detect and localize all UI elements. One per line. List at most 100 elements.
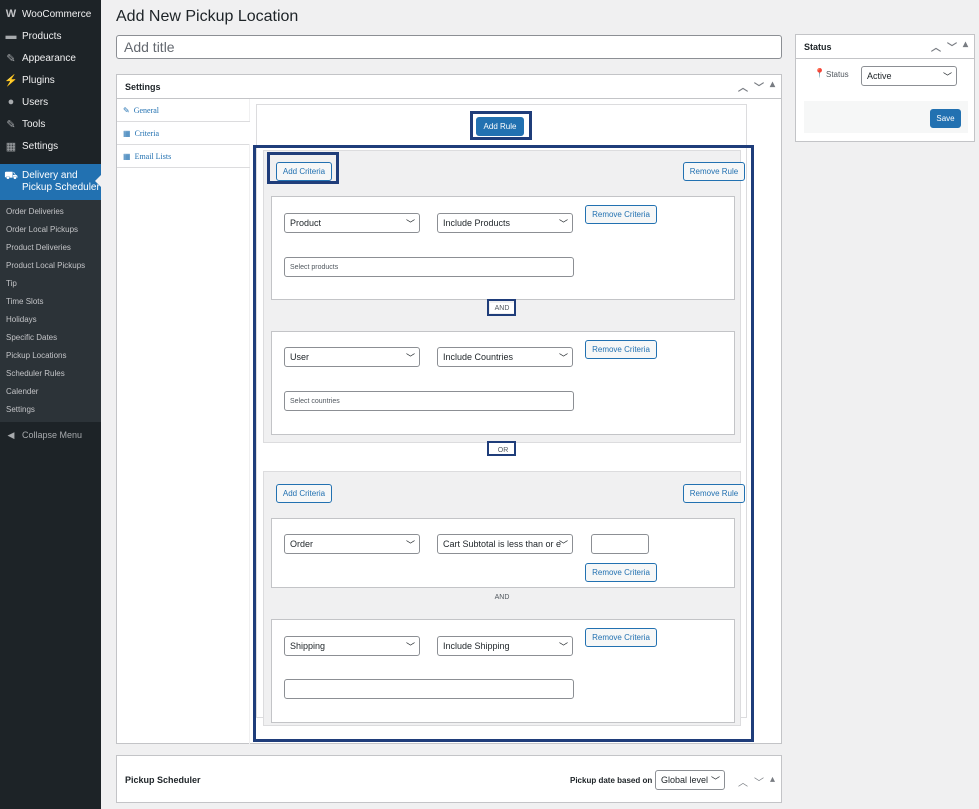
submenu-order-local-pickups[interactable]: Order Local Pickups [6,225,78,234]
and-connector: AND [494,593,510,601]
remove-criteria-button[interactable]: Remove Criteria [585,205,657,224]
table-icon: ▦ [123,151,131,161]
submenu-scheduler-rules[interactable]: Scheduler Rules [6,369,65,378]
save-button[interactable]: Save [930,109,961,128]
submenu-holidays[interactable]: Holidays [6,315,37,324]
delivery-scheduler-icon: ⛟ [4,170,18,182]
move-down-icon[interactable]: ﹀ [947,39,957,54]
tab-general[interactable]: ✎ General [117,99,250,122]
add-rule-button[interactable]: Add Rule [476,117,524,136]
move-down-icon[interactable]: ﹀ [754,774,764,789]
menu-item-woocommerce[interactable]: W WooCommerce [0,3,101,25]
pickup-date-label: Pickup date based on [570,776,653,785]
status-heading: Status [804,41,832,52]
move-up-icon[interactable]: ︿ [738,79,748,94]
criteria-condition-select[interactable]: Cart Subtotal is less than or e ﹀ [437,534,573,554]
criteria-type-select[interactable]: User ﹀ [284,347,420,367]
menu-label-line1: Delivery and [22,170,78,181]
select-countries-input[interactable]: Select countries [284,391,574,411]
settings-header: Settings ︿ ﹀ ▴ [117,75,781,99]
collapse-label: Collapse Menu [22,430,83,440]
chevron-down-icon: ﹀ [558,540,568,550]
wrench-icon: ✎ [123,105,130,115]
menu-item-settings[interactable]: ▦ Settings [0,135,101,157]
submenu-time-slots[interactable]: Time Slots [6,297,44,306]
select-products-input[interactable]: Select products [284,257,574,277]
criteria-type-select[interactable]: Shipping ﹀ [284,636,420,656]
criteria-3: Order ﹀ Cart Subtotal is less than or e ﹀ … [271,518,735,588]
collapse-icon: ◀ [7,429,15,440]
move-up-icon[interactable]: ︿ [931,39,941,54]
settings-metabox: Settings ︿ ﹀ ▴ ✎ General ▦ Criteria ▦ Em… [116,74,782,744]
rule-1: Add Criteria Remove Rule Product ﹀ Includ… [263,150,745,443]
submenu-pickup-locations[interactable]: Pickup Locations [6,351,66,360]
tools-icon: ✎ [6,118,16,131]
settings-heading: Settings [125,81,161,92]
add-criteria-button[interactable]: Add Criteria [276,484,332,503]
tab-email-lists[interactable]: ▦ Email Lists [117,145,250,168]
move-down-icon[interactable]: ﹀ [754,79,764,94]
submenu-product-local-pickups[interactable]: Product Local Pickups [6,261,85,270]
toggle-panel-icon[interactable]: ▴ [770,774,775,789]
submenu-tip[interactable]: Tip [6,279,17,288]
table-icon: ▦ [123,128,131,138]
menu-item-delivery-scheduler[interactable]: ⛟ Delivery and Pickup Scheduler [0,164,101,200]
admin-sidebar: W WooCommerce ▬ Products ✎ Appearance ⚡ … [0,0,101,809]
submenu-settings[interactable]: Settings [6,405,35,414]
submenu-calender[interactable]: Calender [6,387,38,396]
status-header: Status ︿ ﹀ ▴ [796,35,974,59]
status-label: Status [826,70,849,79]
or-connector: OR [491,445,515,455]
plugins-icon: ⚡ [4,74,18,87]
pickup-scheduler-metabox: Pickup Scheduler Pickup date based on Gl… [116,755,782,803]
pickup-heading: Pickup Scheduler [125,775,201,785]
settings-icon: ▦ [5,140,17,153]
submenu-order-deliveries[interactable]: Order Deliveries [6,207,64,216]
remove-rule-button[interactable]: Remove Rule [683,484,745,503]
rule-2: Add Criteria Remove Rule Order ﹀ Cart Sub… [263,471,745,726]
menu-item-plugins[interactable]: ⚡ Plugins [0,69,101,91]
toggle-panel-icon[interactable]: ▴ [963,39,968,54]
and-connector: AND [490,303,514,313]
menu-label-line2: Pickup Scheduler [22,182,100,193]
move-up-icon[interactable]: ︿ [738,774,748,789]
settings-tabs: ✎ General ▦ Criteria ▦ Email Lists [117,99,250,744]
criteria-condition-select[interactable]: Include Shipping ﹀ [437,636,573,656]
criteria-4: Shipping ﹀ Include Shipping ﹀ Remove Crite… [271,619,735,723]
criteria-condition-select[interactable]: Include Products ﹀ [437,213,573,233]
criteria-condition-select[interactable]: Include Countries ﹀ [437,347,573,367]
menu-item-users[interactable]: ● Users [0,91,101,113]
chevron-down-icon: ﹀ [558,219,568,229]
menu-item-appearance[interactable]: ✎ Appearance [0,47,101,69]
criteria-type-select[interactable]: Product ﹀ [284,213,420,233]
remove-rule-button[interactable]: Remove Rule [683,162,745,181]
criteria-type-select[interactable]: Order ﹀ [284,534,420,554]
submenu-specific-dates[interactable]: Specific Dates [6,333,57,342]
criteria-2: User ﹀ Include Countries ﹀ Remove Criteria… [271,331,735,435]
add-criteria-button[interactable]: Add Criteria [276,162,332,181]
tab-criteria[interactable]: ▦ Criteria [117,122,250,145]
remove-criteria-button[interactable]: Remove Criteria [585,628,657,647]
status-select[interactable]: Active ﹀ [861,66,957,86]
chevron-down-icon: ﹀ [405,219,415,229]
chevron-down-icon: ﹀ [558,642,568,652]
menu-item-products[interactable]: ▬ Products [0,25,101,47]
appearance-icon: ✎ [6,52,16,65]
shipping-input[interactable] [284,679,574,699]
remove-criteria-button[interactable]: Remove Criteria [585,340,657,359]
cart-subtotal-input[interactable] [591,534,649,554]
toggle-panel-icon[interactable]: ▴ [770,79,775,94]
status-metabox: Status ︿ ﹀ ▴ 📍 Status Active ﹀ Save [795,34,975,142]
chevron-down-icon: ﹀ [405,540,415,550]
title-input[interactable] [116,35,782,59]
chevron-down-icon: ﹀ [405,353,415,363]
users-icon: ● [7,96,15,108]
collapse-menu-button[interactable]: ◀ Collapse Menu [0,426,101,444]
remove-criteria-button[interactable]: Remove Criteria [585,563,657,582]
pickup-date-select[interactable]: Global level ﹀ [655,770,725,790]
page-title: Add New Pickup Location [116,8,299,25]
submenu-product-deliveries[interactable]: Product Deliveries [6,243,71,252]
menu-item-tools[interactable]: ✎ Tools [0,113,101,135]
rules-area: Add Rule Add Criteria Remove Rule Produc… [256,104,747,726]
submenu: Order Deliveries Order Local Pickups Pro… [0,200,101,422]
